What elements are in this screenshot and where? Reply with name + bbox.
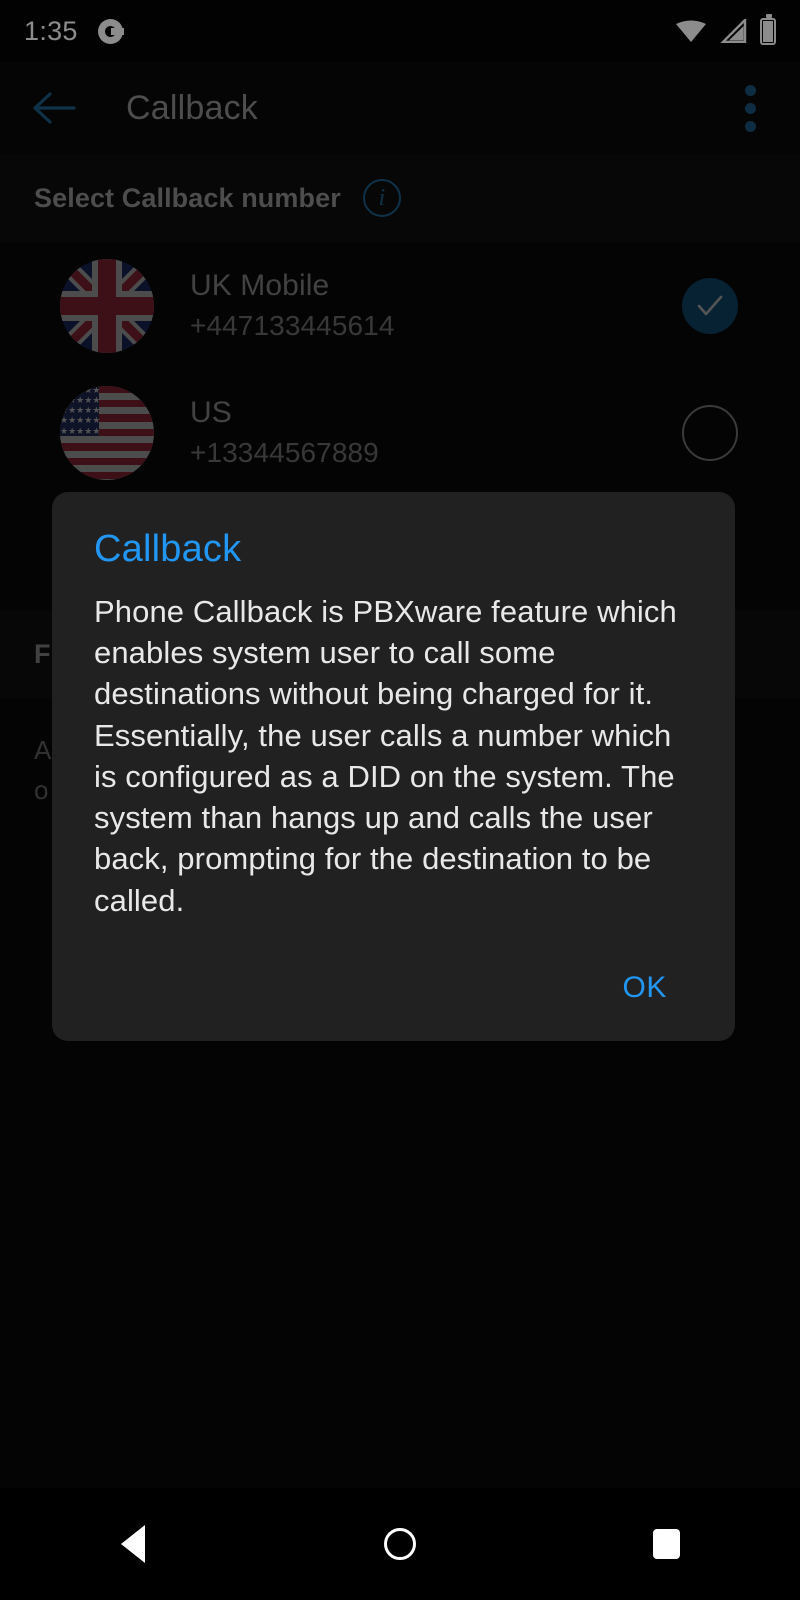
nav-recents-button[interactable] [607, 1488, 727, 1600]
nav-home-icon [383, 1528, 416, 1560]
dialog-title: Callback [94, 528, 242, 570]
dialog-message: Phone Callback is PBXware feature which … [94, 594, 677, 918]
callback-info-dialog: Callback Phone Callback is PBXware featu… [52, 492, 735, 1041]
nav-back-icon [121, 1525, 146, 1563]
dialog-actions: OK [94, 957, 693, 1019]
nav-home-button[interactable] [340, 1488, 460, 1600]
nav-back-button[interactable] [73, 1488, 193, 1600]
ok-button[interactable]: OK [602, 957, 687, 1019]
nav-recents-icon [653, 1529, 681, 1559]
phone-screen: 1:35 Callback Select Callback number i U… [0, 0, 800, 1600]
android-nav-bar [0, 1488, 800, 1600]
